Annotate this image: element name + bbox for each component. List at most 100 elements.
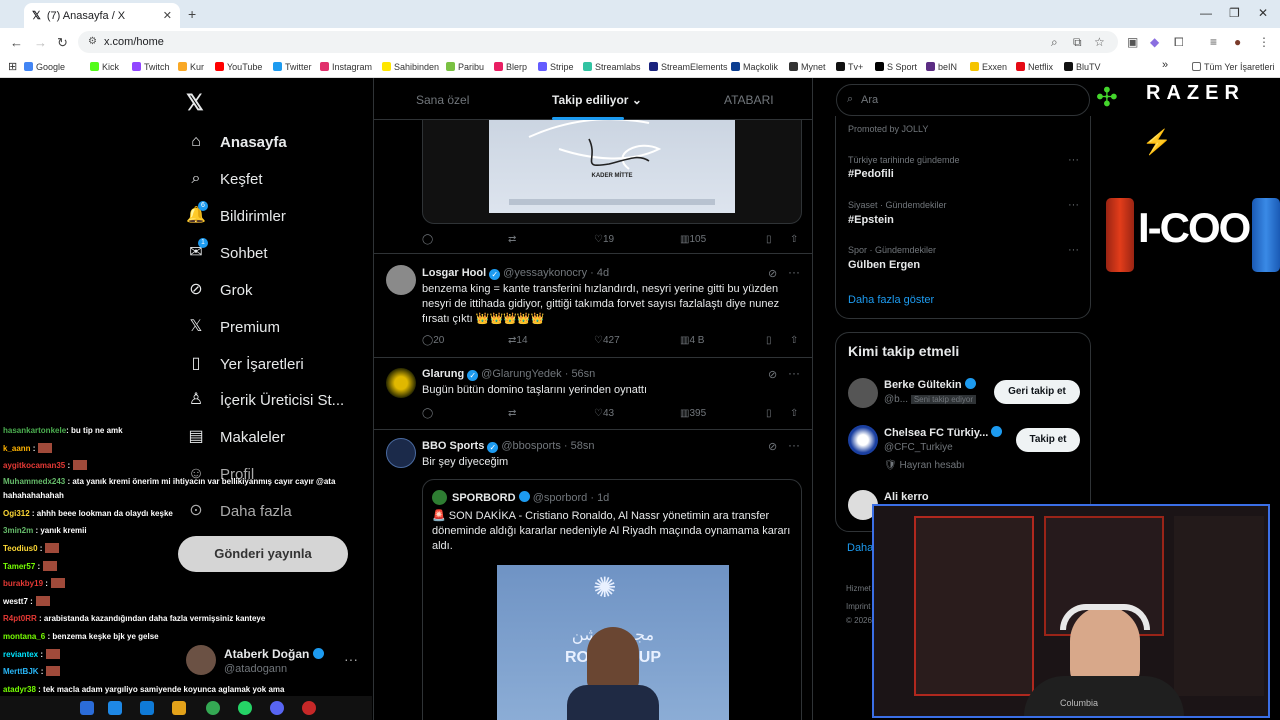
star-icon[interactable]: ☆: [1094, 35, 1105, 49]
bookmark-twitch[interactable]: Twitch: [132, 62, 170, 72]
bookmark-s-sport[interactable]: S Sport: [875, 62, 917, 72]
grok-icon[interactable]: ⊘: [768, 440, 777, 453]
retweet-icon[interactable]: ⇄: [508, 234, 516, 245]
bookmark-bein[interactable]: beIN: [926, 62, 957, 72]
reply-icon[interactable]: ◯: [422, 408, 433, 419]
tweet-author[interactable]: Glarung: [422, 368, 464, 380]
trend-more-icon[interactable]: ···: [1068, 199, 1079, 211]
tweet[interactable]: BBO Sports ✓ @bbosports · 58sn ⊘ ··· Bir ş…: [374, 430, 812, 720]
reply-button[interactable]: ◯ 20: [422, 335, 444, 346]
share-icon[interactable]: ⇧: [790, 335, 798, 346]
tweet-media[interactable]: KADER MİTTE: [422, 108, 802, 224]
bookmark-google[interactable]: Google: [24, 62, 65, 72]
sidebar-item-bell[interactable]: 🔔 6 Bildirimler: [186, 201, 286, 226]
app-explorer-icon[interactable]: [172, 701, 186, 715]
browser-tab[interactable]: 𝕏 (7) Anasayfa / X ✕: [24, 3, 180, 28]
tweet-time[interactable]: · 58sn: [564, 440, 595, 452]
bookmark-sahibinden[interactable]: Sahibinden: [382, 62, 439, 72]
back-icon[interactable]: ←: [10, 35, 23, 50]
trend-more-icon[interactable]: ···: [1068, 154, 1079, 166]
reply-icon[interactable]: ◯: [422, 234, 433, 245]
url-input[interactable]: ⚙ x.com/home: [78, 31, 1118, 53]
who-more-link[interactable]: Daha: [847, 542, 873, 554]
app-copilot-icon[interactable]: [80, 701, 94, 715]
avatar[interactable]: [848, 425, 878, 455]
reload-icon[interactable]: ↻: [57, 35, 68, 51]
sidebar-item-search[interactable]: ⌕ Keşfet: [186, 169, 263, 189]
grok-icon[interactable]: ⊘: [768, 267, 777, 280]
bookmark-paribu[interactable]: Paribu: [446, 62, 484, 72]
app-discord-icon[interactable]: [270, 701, 284, 715]
more-icon[interactable]: ···: [788, 265, 800, 279]
bookmark-kur[interactable]: Kur: [178, 62, 204, 72]
sidebar-item-creator[interactable]: ♙ İçerik Üreticisi St...: [186, 390, 344, 410]
share-icon[interactable]: ⇧: [790, 234, 798, 245]
sidebar-item-x[interactable]: 𝕏 Premium: [186, 317, 280, 337]
bookmark-blerp[interactable]: Blerp: [494, 62, 527, 72]
bookmark-exxen[interactable]: Exxen: [970, 62, 1007, 72]
trend-title[interactable]: Gülben Ergen: [848, 259, 920, 271]
bookmark-mynet[interactable]: Mynet: [789, 62, 826, 72]
share-icon[interactable]: ⇧: [790, 408, 798, 419]
retweet-icon[interactable]: ⇄: [508, 408, 516, 419]
tweet-author[interactable]: Losgar Hool: [422, 267, 486, 279]
bookmark-streamlabs[interactable]: Streamlabs: [583, 62, 641, 72]
trend-title[interactable]: #Epstein: [848, 214, 894, 226]
tweet-handle[interactable]: @bbosports: [501, 440, 560, 452]
avatar[interactable]: [386, 265, 416, 295]
views-button[interactable]: ▥ 395: [680, 408, 706, 419]
minimize-icon[interactable]: —: [1200, 6, 1212, 20]
sidebar-item-home[interactable]: ⌂ Anasayfa: [186, 132, 287, 152]
who-name[interactable]: Ali kerro: [884, 491, 929, 503]
sidebar-item-grok[interactable]: ⊘ Grok: [186, 280, 252, 300]
forward-icon[interactable]: →: [34, 35, 47, 50]
footer-link[interactable]: Imprint: [846, 602, 870, 611]
tweet-time[interactable]: · 56sn: [565, 368, 596, 380]
extension-1-icon[interactable]: ▣: [1127, 35, 1138, 49]
grok-icon[interactable]: ⊘: [768, 368, 777, 381]
who-name[interactable]: Chelsea FC Türkiy...: [884, 426, 1003, 439]
menu-icon[interactable]: ⋮: [1258, 35, 1270, 49]
bookmark-ma-kolik[interactable]: Maçkolik: [731, 62, 778, 72]
bookmarks-overflow-icon[interactable]: »: [1162, 59, 1168, 71]
bookmark-netflix[interactable]: Netflix: [1016, 62, 1053, 72]
bookmark-blutv[interactable]: BluTV: [1064, 62, 1101, 72]
close-window-icon[interactable]: ✕: [1258, 6, 1268, 20]
avatar[interactable]: [386, 438, 416, 468]
sidebar-item-bookmark[interactable]: ▯ Yer İşaretleri: [186, 354, 304, 374]
like-button[interactable]: ♡ 427: [594, 335, 620, 346]
app-edge-icon[interactable]: [108, 701, 122, 715]
bookmark-icon[interactable]: ▯: [766, 234, 772, 245]
trend-more-icon[interactable]: ···: [1068, 244, 1079, 256]
bookmark-twitter[interactable]: Twitter: [273, 62, 312, 72]
tweet[interactable]: KADER MİTTE ◯ ⇄ ♡ 19 ▥ 105 ▯ ⇧: [374, 108, 812, 254]
app-chrome-icon[interactable]: [206, 701, 220, 715]
retweet-button[interactable]: ⇄ 14: [508, 335, 528, 346]
trend-title[interactable]: #Pedofili: [848, 168, 894, 180]
bookmark-stripe[interactable]: Stripe: [538, 62, 574, 72]
views-button[interactable]: ▥ 105: [680, 234, 706, 245]
extension-2-icon[interactable]: ◆: [1150, 35, 1159, 49]
sidebar-item-mail[interactable]: ✉ 1 Sohbet: [186, 238, 268, 263]
bookmark-kick[interactable]: Kick: [90, 62, 119, 72]
show-more-link[interactable]: Daha fazla göster: [848, 294, 934, 306]
bookmark-icon[interactable]: ▯: [766, 335, 772, 346]
bookmark-streamelements[interactable]: StreamElements: [649, 62, 728, 72]
app-whatsapp-icon[interactable]: [238, 701, 252, 715]
quoted-tweet[interactable]: SPORBORD @sporbord · 1d 🚨 SON DAKİKA - C…: [422, 479, 802, 720]
site-info-icon[interactable]: ⚙: [88, 36, 97, 47]
tab-for-you[interactable]: Sana özel: [416, 93, 469, 107]
tweet[interactable]: Losgar Hool ✓ @yessaykonocry · 4d ⊘ ··· be…: [374, 254, 812, 358]
bookmark-instagram[interactable]: Instagram: [320, 62, 372, 72]
app-obs-icon[interactable]: [302, 701, 316, 715]
tweet-author[interactable]: BBO Sports: [422, 440, 484, 452]
tab-following[interactable]: Takip ediliyor ⌄: [552, 93, 642, 107]
more-icon[interactable]: ···: [788, 366, 800, 380]
media-icon[interactable]: ≡: [1210, 35, 1217, 49]
who-name[interactable]: Berke Gültekin: [884, 378, 976, 391]
tweet[interactable]: Glarung ✓ @GlarungYedek · 56sn ⊘ ··· Bugün…: [374, 358, 812, 430]
tweet-handle[interactable]: @yessaykonocry: [503, 267, 587, 279]
tab-atabari[interactable]: ATABARI: [724, 93, 774, 107]
tab-close-icon[interactable]: ✕: [163, 9, 172, 22]
follow-button[interactable]: Takip et: [1016, 428, 1080, 452]
